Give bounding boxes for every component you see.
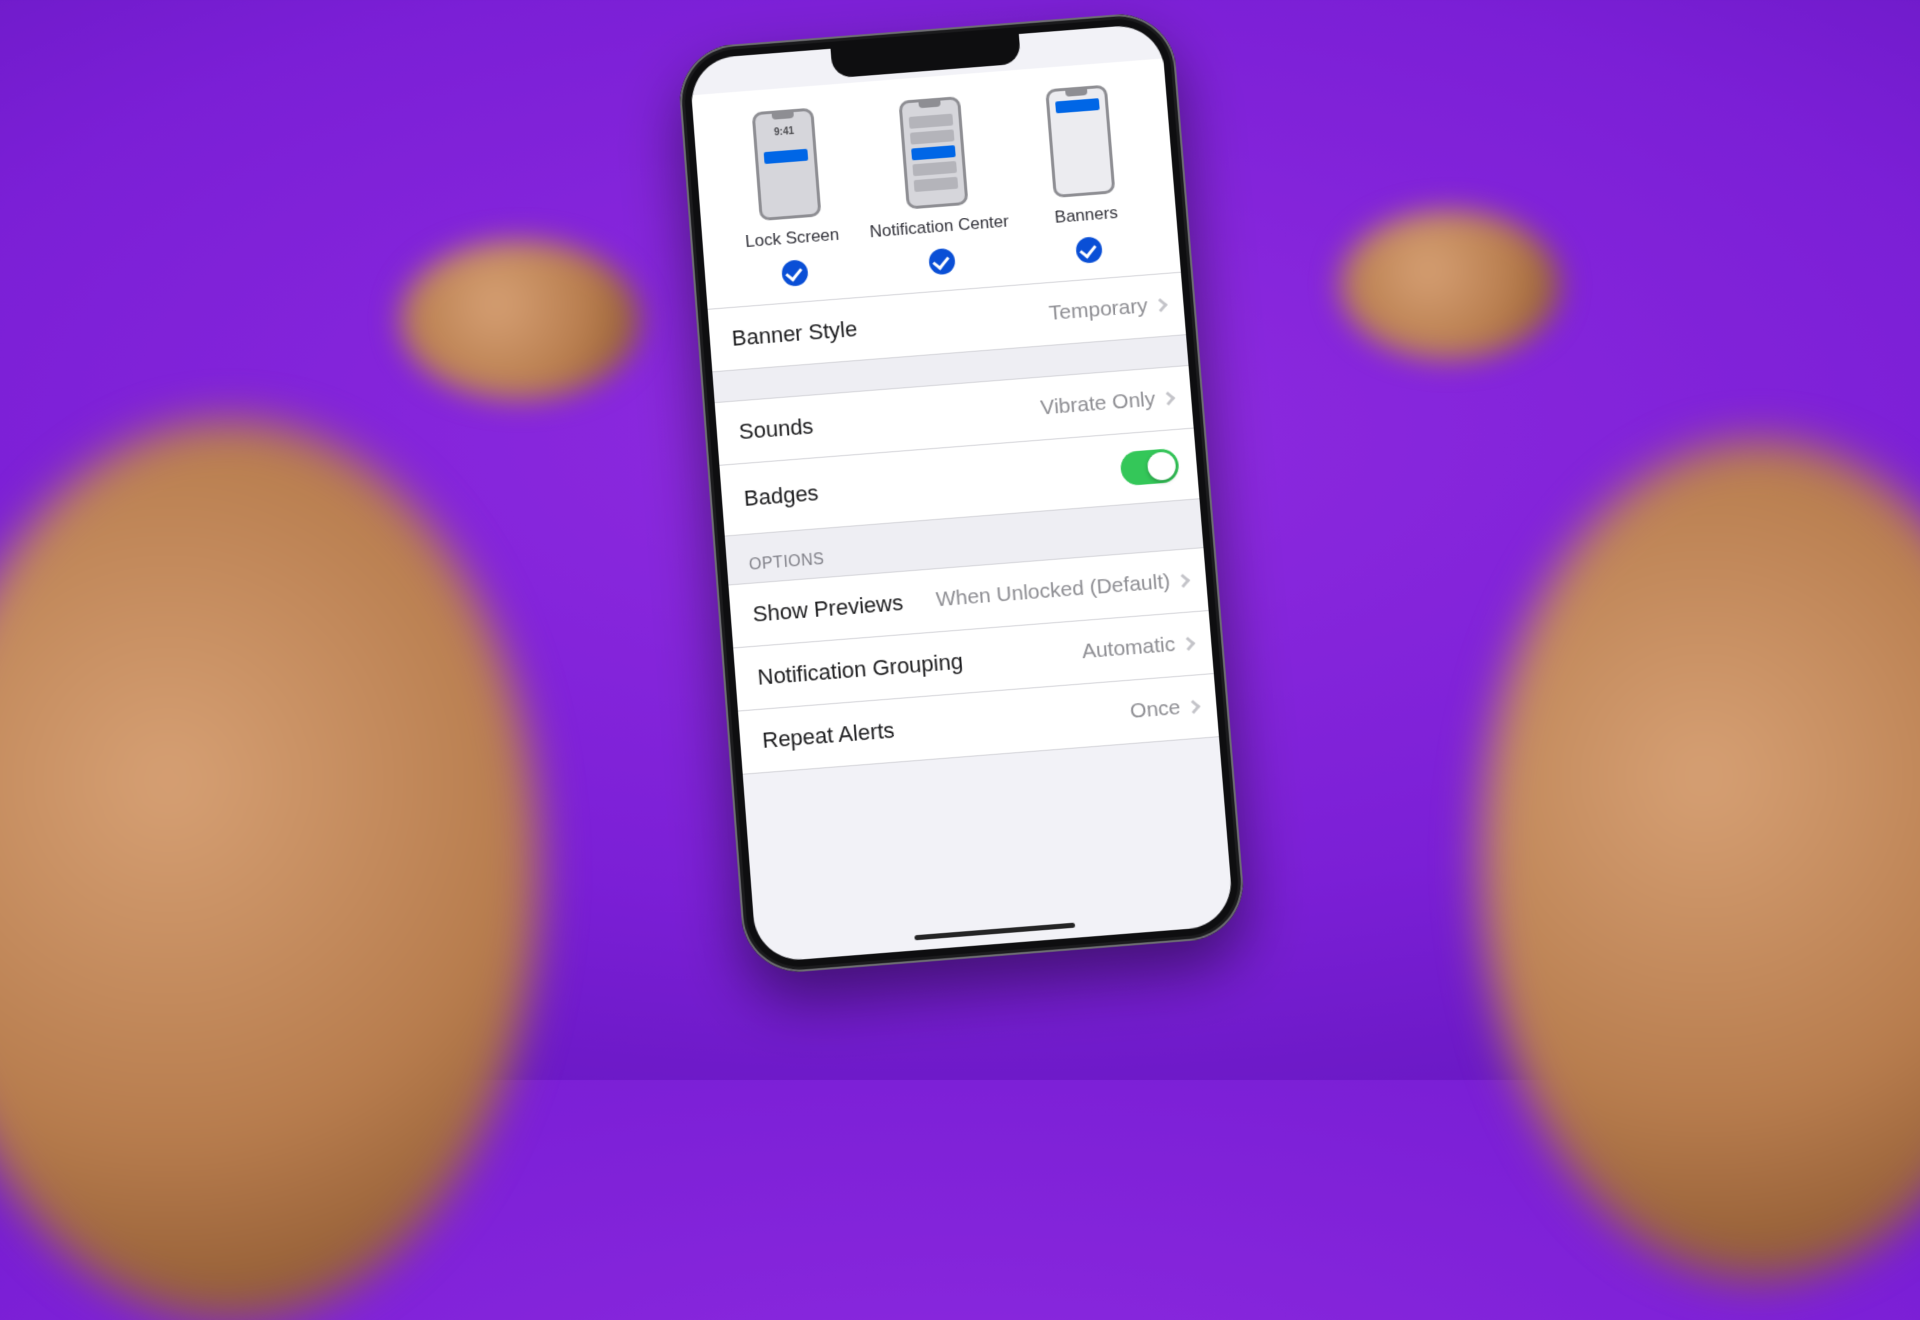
lock-screen-time: 9:41 (774, 126, 795, 138)
show-previews-value: When Unlocked (Default) (935, 570, 1171, 612)
alert-type-label: Lock Screen (745, 225, 840, 252)
badges-label: Badges (743, 480, 819, 512)
hand-right-thumb (1340, 210, 1560, 360)
check-icon (781, 259, 809, 287)
banner-style-value: Temporary (1048, 294, 1149, 326)
chevron-right-icon (1154, 298, 1168, 312)
alert-type-notification-center[interactable]: Notification Center (856, 93, 1017, 280)
repeat-alerts-value: Once (1129, 696, 1181, 724)
alert-type-lock-screen[interactable]: 9:41 Lock Screen (709, 104, 869, 291)
notification-grouping-value: Automatic (1081, 633, 1176, 664)
show-previews-label: Show Previews (752, 590, 904, 628)
hand-left (0, 420, 540, 1320)
badges-toggle[interactable] (1119, 448, 1180, 486)
sounds-value: Vibrate Only (1040, 388, 1157, 421)
alert-type-label: Banners (1054, 203, 1118, 228)
notification-grouping-label: Notification Grouping (757, 649, 964, 691)
alert-types-row: 9:41 Lock Screen Notificat (691, 58, 1180, 309)
alert-type-banners[interactable]: Banners (1003, 81, 1164, 268)
check-icon (1075, 236, 1103, 264)
chevron-right-icon (1181, 637, 1195, 651)
phone-screen: 9:41 Lock Screen Notificat (689, 23, 1235, 963)
repeat-alerts-label: Repeat Alerts (761, 717, 895, 754)
options-group: Show Previews When Unlocked (Default) No… (728, 547, 1219, 775)
hand-left-thumb (400, 240, 640, 400)
hand-right (1480, 440, 1920, 1280)
alert-type-label: Notification Center (869, 212, 1009, 243)
chevron-right-icon (1176, 574, 1190, 588)
lock-screen-icon: 9:41 (752, 108, 822, 221)
settings-content: 9:41 Lock Screen Notificat (689, 23, 1235, 963)
notification-center-icon (898, 96, 968, 209)
phone-frame: 9:41 Lock Screen Notificat (676, 10, 1247, 976)
check-icon (928, 248, 956, 276)
chevron-right-icon (1186, 700, 1200, 714)
sounds-label: Sounds (738, 413, 814, 445)
banners-icon (1045, 85, 1115, 198)
chevron-right-icon (1161, 392, 1175, 406)
banner-style-label: Banner Style (731, 316, 858, 352)
